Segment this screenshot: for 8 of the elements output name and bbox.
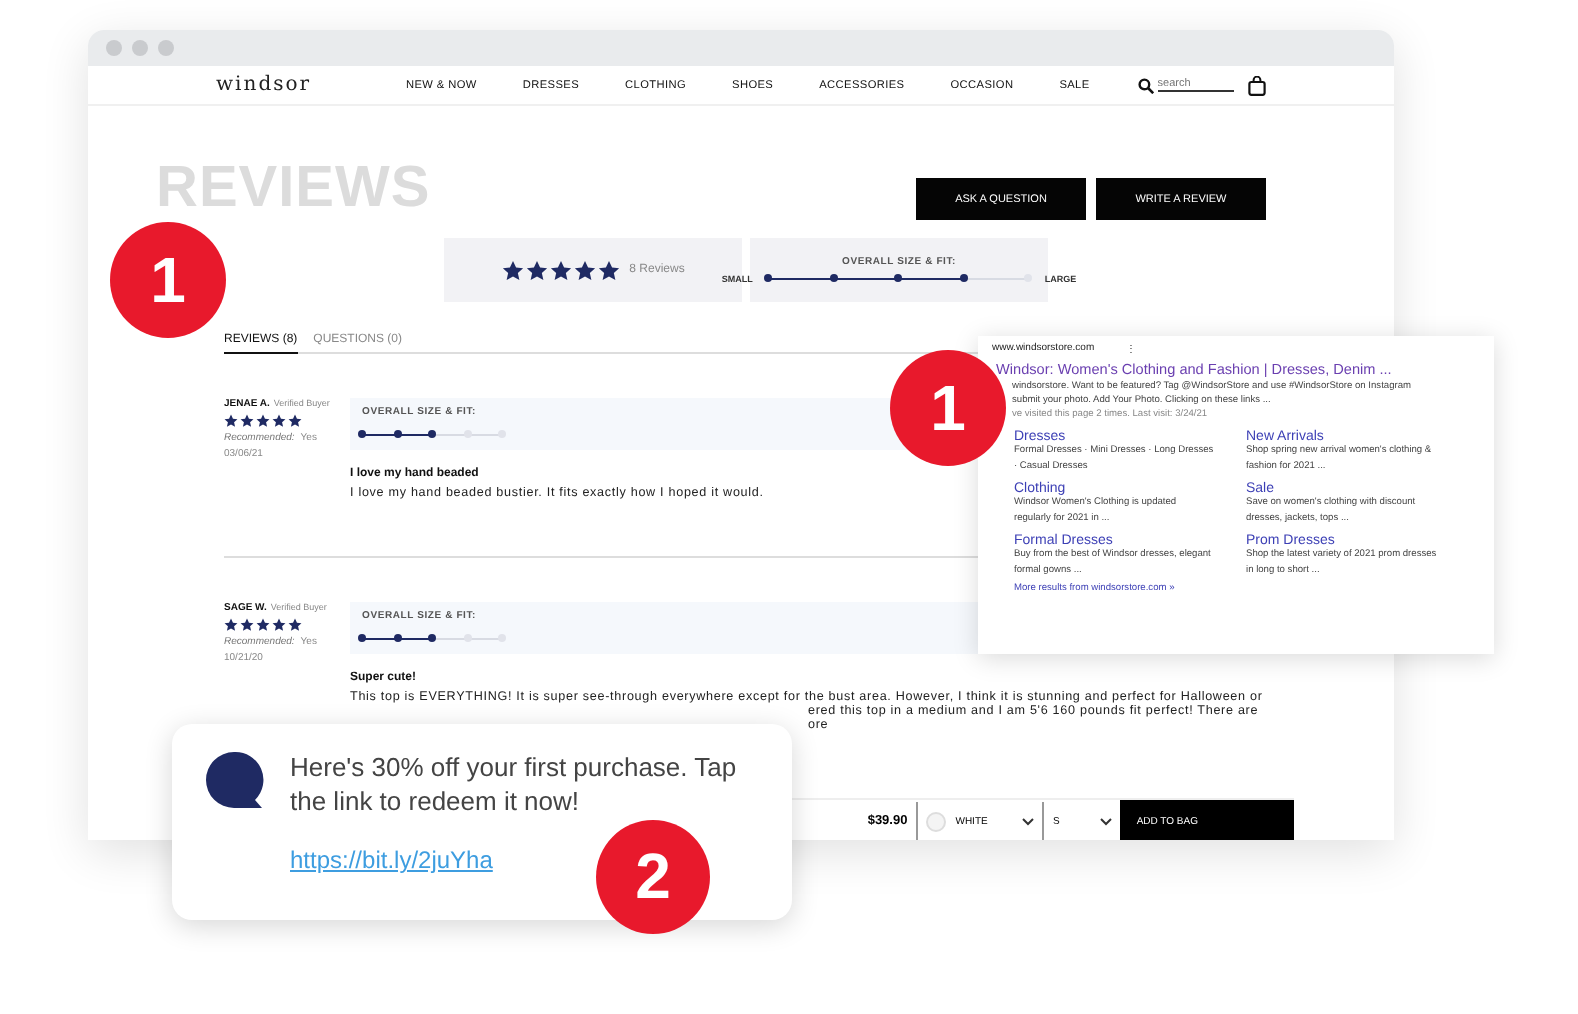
search-icon xyxy=(1137,77,1154,93)
logo[interactable]: windsor xyxy=(216,74,406,96)
shopping-bag-icon[interactable] xyxy=(1247,75,1266,95)
color-swatch xyxy=(925,811,946,831)
chevron-down-icon xyxy=(1100,817,1113,825)
message-text: Here's 30% off your first purchase. Tap the link to redeem it now! xyxy=(290,750,739,818)
chat-bubble-icon xyxy=(204,750,264,810)
chevron-down-icon xyxy=(1022,817,1035,825)
